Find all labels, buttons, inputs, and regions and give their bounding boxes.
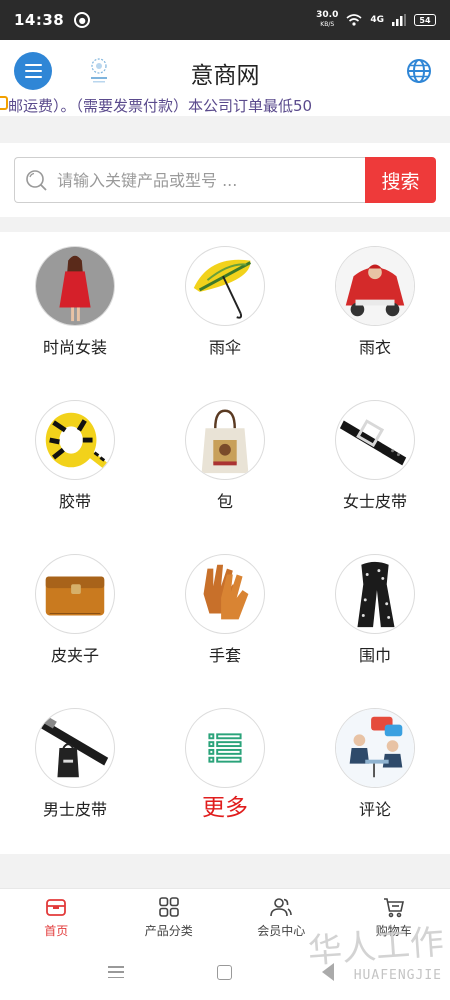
- category-fashion-women[interactable]: 时尚女装: [0, 232, 150, 386]
- watermark-logo: 华人工作: [306, 922, 446, 972]
- umbrella-icon: [185, 246, 265, 326]
- battery-icon: 54: [414, 14, 436, 26]
- network-type: 4G: [370, 15, 384, 25]
- wallet-icon: [35, 554, 115, 634]
- category-scarf[interactable]: 围巾: [300, 540, 450, 694]
- category-label: 手套: [208, 646, 241, 665]
- globe-icon[interactable]: [406, 58, 432, 84]
- grid-icon: [158, 896, 179, 917]
- category-umbrella[interactable]: 雨伞: [150, 232, 300, 386]
- mens-belt-icon: [35, 708, 115, 788]
- category-gloves[interactable]: 手套: [150, 540, 300, 694]
- category-label: 男士皮带: [42, 800, 107, 819]
- nav-categories[interactable]: 产品分类: [113, 889, 226, 944]
- announcement-marquee[interactable]: 邮运费）。（需要发票付款）本公司订单最低50: [0, 92, 450, 116]
- category-label: 时尚女装: [42, 338, 107, 357]
- signal-icon: [392, 14, 406, 26]
- category-label: 雨伞: [208, 338, 241, 357]
- announcement-text: 邮运费）。（需要发票付款）本公司订单最低50: [8, 97, 313, 115]
- speaker-icon: [0, 96, 8, 110]
- gloves-icon: [185, 554, 265, 634]
- category-more[interactable]: 更多: [150, 694, 300, 848]
- category-tape[interactable]: 胶带: [0, 386, 150, 540]
- home-button[interactable]: [217, 965, 232, 980]
- category-label: 胶带: [58, 492, 91, 511]
- search-bar: 搜索: [0, 143, 450, 217]
- category-raincoat[interactable]: 雨衣: [300, 232, 450, 386]
- search-box[interactable]: [14, 157, 365, 203]
- category-mens-belt[interactable]: 男士皮带: [0, 694, 150, 848]
- more-label: 更多: [202, 795, 248, 821]
- nav-label: 首页: [44, 923, 69, 938]
- scarf-icon: [335, 554, 415, 634]
- category-wallet[interactable]: 皮夹子: [0, 540, 150, 694]
- raincoat-icon: [335, 246, 415, 326]
- list-icon: [185, 708, 265, 788]
- category-bag[interactable]: 包: [150, 386, 300, 540]
- tote-bag-icon: [185, 400, 265, 480]
- status-bar: 14:38 ● 30.0 KB/S 4G 54: [0, 0, 450, 40]
- category-womens-belt[interactable]: 女士皮带: [300, 386, 450, 540]
- category-label: 雨衣: [358, 338, 391, 357]
- nav-label: 会员中心: [257, 923, 306, 938]
- notification-icon: ●: [74, 12, 91, 28]
- page-title: 意商网: [190, 63, 260, 89]
- category-label: 包: [216, 492, 233, 511]
- clock: 14:38: [14, 11, 65, 29]
- network-speed: 30.0 KB/S: [316, 10, 339, 29]
- recent-apps-button[interactable]: [108, 966, 124, 978]
- cart-icon: [383, 897, 404, 917]
- category-label: 女士皮带: [342, 492, 407, 511]
- red-coat-icon: [35, 246, 115, 326]
- search-input[interactable]: [57, 158, 357, 202]
- category-label: 皮夹子: [50, 646, 99, 665]
- nav-label: 产品分类: [144, 923, 193, 938]
- comments-icon: [335, 708, 415, 788]
- tape-icon: [35, 400, 115, 480]
- search-button[interactable]: 搜索: [365, 157, 436, 203]
- search-icon: [26, 170, 47, 191]
- category-grid: 时尚女装 雨伞 雨衣 胶带 包 女士皮带 皮夹子 手套 围巾 男士皮带 更多 评…: [0, 232, 450, 854]
- members-icon: [270, 897, 293, 916]
- category-label: 围巾: [358, 646, 391, 665]
- category-comments[interactable]: 评论: [300, 694, 450, 848]
- wifi-icon: [346, 14, 362, 26]
- home-icon: [46, 898, 67, 916]
- nav-home[interactable]: 首页: [0, 889, 113, 944]
- watermark-text: HUAFENGJIE: [353, 968, 442, 983]
- category-label: 评论: [358, 800, 391, 819]
- womens-belt-icon: [335, 400, 415, 480]
